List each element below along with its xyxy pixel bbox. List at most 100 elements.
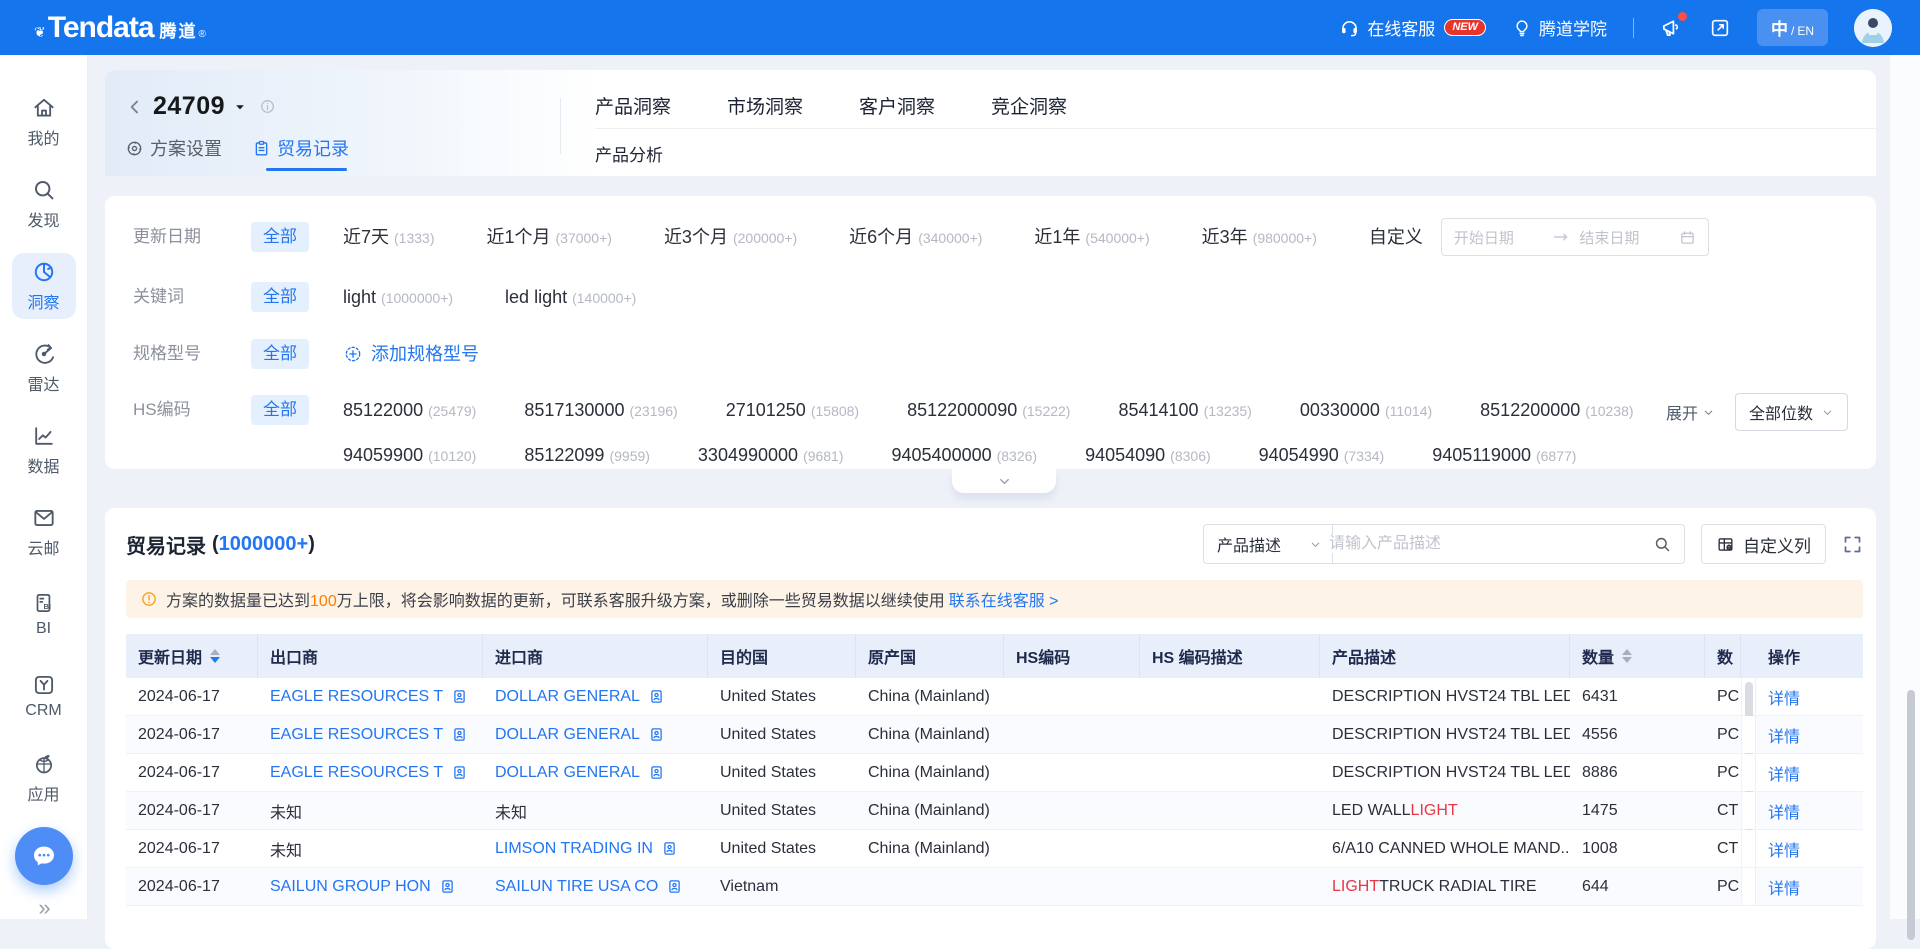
tab-竞企洞察[interactable]: 竞企洞察 [991,92,1067,119]
hs-code-option[interactable]: 00330000(11014) [1300,395,1432,426]
hs-code-option[interactable]: 85122000(25479) [343,395,476,426]
date-option[interactable]: 近3个月(200000+) [664,222,797,253]
table-inner-scrollbar[interactable] [1741,868,1755,905]
online-service-link[interactable]: 在线客服 NEW [1339,15,1486,40]
option-count: (8326) [997,441,1037,471]
filter-all-chip[interactable]: 全部 [251,282,309,312]
company-link[interactable]: EAGLE RESOURCES T [258,678,483,715]
start-date-placeholder[interactable]: 开始日期 [1454,227,1544,248]
hs-code-option[interactable]: 85414100(13235) [1118,395,1251,426]
date-option[interactable]: 近1年(540000+) [1034,222,1149,253]
hs-expand-toggle[interactable]: 展开 [1666,400,1715,424]
hs-code-option[interactable]: 94054090(8306) [1085,440,1211,471]
company-link[interactable]: EAGLE RESOURCES T [258,716,483,753]
detail-link[interactable]: 详情 [1768,685,1800,709]
plan-dropdown-caret-icon[interactable] [233,100,247,114]
table-inner-scrollbar[interactable] [1741,716,1755,753]
tendata-logo[interactable]: ❦ Tendata 腾道 ® [34,11,206,45]
hs-code-option[interactable]: 94059900(10120) [343,440,476,471]
filter-collapse-tab[interactable] [952,469,1056,493]
contact-service-link[interactable]: 联系在线客服 > [949,593,1059,610]
search-field-select[interactable]: 产品描述 [1203,524,1333,564]
hs-code-option[interactable]: 9405119000(6877) [1432,440,1576,471]
company-link[interactable]: EAGLE RESOURCES T [258,754,483,791]
announcement-icon[interactable] [1660,16,1683,39]
sidebar-item-应用[interactable]: 应用 [12,745,76,811]
sidebar-item-发现[interactable]: 发现 [12,171,76,237]
sidebar-item-洞察[interactable]: 洞察 [12,253,76,319]
company-link[interactable]: DOLLAR GENERAL [483,754,708,791]
chat-support-button[interactable] [15,827,73,885]
date-option[interactable]: 近3年(980000+) [1202,222,1317,253]
option-count: (23196) [629,396,677,426]
custom-columns-label: 自定义列 [1743,532,1811,557]
table-cell: China (Mainland) [856,716,1004,753]
sidebar-expand-chevrons[interactable]: » [38,895,48,921]
company-link[interactable]: SAILUN TIRE USA CO [483,868,708,905]
tab-市场洞察[interactable]: 市场洞察 [727,92,803,119]
company-link[interactable]: DOLLAR GENERAL [483,716,708,753]
hs-code-option[interactable]: 8512200000(10238) [1480,395,1633,426]
custom-columns-button[interactable]: 自定义列 [1701,524,1826,564]
back-chevron-icon[interactable] [125,97,145,117]
hs-code-option[interactable]: 27101250(15808) [726,395,859,426]
date-option[interactable]: 近6个月(340000+) [849,222,982,253]
tab-产品洞察[interactable]: 产品洞察 [595,92,671,119]
detail-link[interactable]: 详情 [1768,799,1800,823]
filter-all-chip[interactable]: 全部 [251,222,309,252]
subnav-产品分析[interactable]: 产品分析 [595,141,663,166]
sidebar-item-我的[interactable]: 我的 [12,89,76,155]
hs-digits-select[interactable]: 全部位数 [1735,393,1848,431]
end-date-placeholder[interactable]: 结束日期 [1579,227,1669,248]
company-link[interactable]: LIMSON TRADING IN [483,830,708,867]
sort-icons[interactable] [210,649,220,663]
sidebar-item-雷达[interactable]: 雷达 [12,335,76,401]
hs-code-option[interactable]: 8517130000(23196) [524,395,677,426]
plan-id[interactable]: 24709 [153,92,225,121]
plan-subtab-方案设置[interactable]: 方案设置 [125,135,222,171]
cell-text: PC [1717,764,1739,782]
tab-客户洞察[interactable]: 客户洞察 [859,92,935,119]
hs-code-option[interactable]: 94054990(7334) [1259,440,1385,471]
table-inner-scrollbar[interactable] [1741,754,1755,791]
sidebar-item-CRM[interactable]: CRM [12,663,76,729]
contact-icon [648,688,665,705]
sidebar-item-数据[interactable]: 数据 [12,417,76,483]
date-option[interactable]: 近1个月(37000+) [486,222,611,253]
plan-subtab-贸易记录[interactable]: 贸易记录 [252,135,349,171]
detail-link[interactable]: 详情 [1768,875,1800,899]
plan-info-icon[interactable] [259,98,276,115]
keyword-option[interactable]: light(1000000+) [343,282,453,313]
detail-link[interactable]: 详情 [1768,837,1800,861]
user-avatar[interactable] [1854,9,1892,47]
search-input[interactable] [1329,535,1653,553]
keyword-option[interactable]: led light(140000+) [505,282,636,313]
sidebar-item-BI[interactable]: BIBI [12,581,76,647]
detail-link[interactable]: 详情 [1768,761,1800,785]
hs-code-option[interactable]: 3304990000(9681) [698,440,844,471]
academy-link[interactable]: 腾道学院 [1512,15,1607,40]
tabs-divider [595,128,1876,129]
date-option[interactable]: 近7天(1333) [343,222,434,253]
hs-code-option[interactable]: 85122000090(15222) [907,395,1070,426]
language-toggle[interactable]: 中 / EN [1757,9,1828,46]
hs-code-option[interactable]: 9405400000(8326) [892,440,1038,471]
product-desc-search[interactable] [1317,524,1685,564]
detail-link[interactable]: 详情 [1768,723,1800,747]
table-inner-scrollbar[interactable] [1741,678,1755,715]
sidebar-item-云邮[interactable]: 云邮 [12,499,76,565]
hs-code-option[interactable]: 85122099(9959) [524,440,650,471]
company-link[interactable]: DOLLAR GENERAL [483,678,708,715]
filter-all-chip[interactable]: 全部 [251,339,309,369]
page-scrollbar[interactable] [1907,690,1915,940]
table-inner-scrollbar[interactable] [1741,792,1755,829]
filter-all-chip[interactable]: 全部 [251,395,309,425]
window-expand-icon[interactable] [1709,17,1731,39]
company-link[interactable]: SAILUN GROUP HON [258,868,483,905]
sort-icons[interactable] [1622,649,1632,663]
add-spec-button[interactable]: 添加规格型号 [343,339,479,369]
custom-date-label[interactable]: 自定义 [1369,222,1423,256]
date-range-input[interactable]: 开始日期 结束日期 [1441,218,1709,256]
table-inner-scrollbar[interactable] [1741,830,1755,867]
fullscreen-icon[interactable] [1842,534,1863,555]
